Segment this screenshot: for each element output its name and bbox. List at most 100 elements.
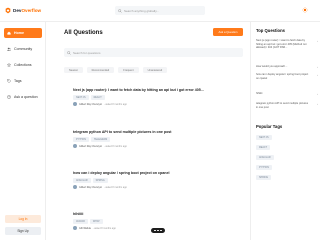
loading-dot — [157, 229, 159, 232]
filter-frequent[interactable]: Frequent — [118, 67, 139, 73]
users-icon — [7, 47, 11, 51]
question-title[interactable]: hihiiiii — [73, 212, 83, 216]
question-title[interactable]: telegram python API to send multiple pic… — [73, 130, 172, 134]
top-question-item[interactable]: telegram python API to send multiple pic… — [256, 102, 318, 109]
logo[interactable]: DevOverflow — [5, 7, 41, 14]
top-question-item[interactable]: hihiiiii › — [256, 92, 318, 96]
question-meta: Gift Wafula - asked 8 months ago — [73, 226, 116, 230]
popular-tag-row[interactable]: SPRING — [256, 175, 272, 180]
author-name[interactable]: Gilbert Ray Cheruiyot — [79, 103, 102, 106]
loading-indicator — [151, 228, 165, 233]
popular-tag-row[interactable]: ANGULAR — [256, 155, 274, 160]
loading-dot — [154, 229, 157, 232]
question-title[interactable]: how can i deploy angular / spring boot p… — [73, 171, 169, 175]
tag-badge[interactable]: PYTHON — [73, 137, 89, 142]
sidebar-item-tags[interactable]: Tags — [4, 76, 42, 86]
top-question-item[interactable]: Next js (app router): I want to fetch da… — [256, 39, 318, 50]
top-question-text: Next js (app router): I want to fetch da… — [256, 39, 307, 49]
question-card[interactable]: telegram python API to send multiple pic… — [64, 126, 243, 158]
tag-icon — [7, 79, 11, 83]
main-content: All Questions Ask a Question Newest Reco… — [47, 22, 249, 240]
avatar — [73, 102, 77, 106]
tag-badge[interactable]: NEXT.JS — [256, 135, 272, 140]
chevron-right-icon: › — [317, 92, 318, 96]
filter-recommended[interactable]: Recommended — [86, 67, 115, 73]
tag-badge[interactable]: NEXT.JS — [73, 95, 89, 100]
question-icon — [7, 95, 11, 99]
tag-badge[interactable]: SPRING — [92, 178, 108, 183]
popular-tag-row[interactable]: REACT — [256, 145, 271, 150]
avatar — [73, 226, 77, 230]
top-question-item[interactable]: how can i deploy angular / spring boot p… — [256, 73, 318, 80]
global-search-input[interactable] — [124, 8, 202, 13]
asked-time: - asked 8 months ago — [103, 144, 127, 148]
chevron-right-icon: › — [317, 39, 318, 43]
popular-tag-row[interactable]: PYTHON — [256, 165, 272, 170]
question-tags: AVATAR WHAT — [73, 219, 103, 224]
question-tags: PYTHON TELEGRAM — [73, 137, 111, 142]
top-question-text: how can i deploy angular / spring boot p… — [256, 73, 309, 80]
question-search[interactable] — [64, 48, 243, 57]
question-card[interactable]: hihiiiii AVATAR WHAT Gift Wafula - asked… — [64, 208, 243, 240]
tag-badge[interactable]: ANGULAR — [256, 155, 274, 160]
search-icon — [67, 50, 71, 55]
top-navbar: DevOverflow — [0, 0, 320, 22]
logo-icon — [5, 7, 11, 14]
tag-badge[interactable]: REACT — [256, 145, 271, 150]
logo-text: DevOverflow — [13, 8, 42, 13]
page-title: All Questions — [64, 30, 103, 36]
top-questions-heading: Top Questions — [256, 28, 286, 33]
question-meta: Gilbert Ray Cheruiyot - asked 8 months a… — [73, 185, 127, 189]
filter-unanswered[interactable]: Unanswered — [142, 67, 168, 73]
sidebar-item-ask-question[interactable]: Ask a question — [4, 92, 42, 102]
search-icon — [118, 8, 122, 13]
sidebar-item-label: Ask a question — [14, 95, 38, 99]
filter-newest[interactable]: Newest — [64, 67, 83, 73]
question-search-input[interactable] — [73, 50, 233, 55]
author-name[interactable]: Gift Wafula — [79, 227, 91, 230]
tag-badge[interactable]: SPRING — [256, 175, 272, 180]
question-meta: Gilbert Ray Cheruiyot - asked 8 months a… — [73, 144, 127, 148]
chevron-right-icon: › — [317, 102, 318, 106]
popular-tags-heading: Popular Tags — [256, 124, 283, 129]
signup-button[interactable]: Sign Up — [5, 227, 41, 235]
sidebar-item-community[interactable]: Community — [4, 44, 42, 54]
question-card[interactable]: how can i deploy angular / spring boot p… — [64, 167, 243, 199]
top-question-text: telegram python API to send multiple pic… — [256, 102, 309, 109]
top-question-text: hihiiiii — [256, 92, 263, 95]
home-icon — [7, 31, 11, 35]
question-title[interactable]: Next js (app router): I want to fetch da… — [73, 88, 204, 92]
tag-badge[interactable]: REACT — [90, 95, 105, 100]
avatar — [73, 185, 77, 189]
filter-tabs: Newest Recommended Frequent Unanswered — [64, 67, 168, 73]
star-icon — [7, 63, 11, 67]
question-meta: Gilbert Ray Cheruiyot - asked 8 months a… — [73, 102, 127, 106]
chevron-right-icon: › — [317, 73, 318, 77]
question-card[interactable]: Next js (app router): I want to fetch da… — [64, 84, 243, 116]
loading-dot — [159, 229, 162, 232]
author-name[interactable]: Gilbert Ray Cheruiyot — [79, 186, 102, 189]
top-question-item[interactable]: How would you approach... › — [256, 65, 318, 69]
theme-toggle-sun-icon[interactable] — [302, 7, 308, 13]
tag-badge[interactable]: AVATAR — [73, 219, 88, 224]
ask-question-button[interactable]: Ask a Question — [213, 28, 243, 36]
sidebar-item-label: Tags — [14, 79, 22, 83]
sidebar-item-home[interactable]: Home — [4, 28, 42, 38]
login-button[interactable]: Log In — [5, 215, 41, 223]
avatar — [73, 144, 77, 148]
author-name[interactable]: Gilbert Ray Cheruiyot — [79, 145, 102, 148]
asked-time: - asked 8 months ago — [103, 102, 127, 106]
sidebar-item-label: Home — [14, 31, 24, 35]
popular-tag-row[interactable]: NEXT.JS — [256, 135, 272, 140]
tag-badge[interactable]: ANGULAR — [73, 178, 91, 183]
tag-badge[interactable]: WHAT — [89, 219, 103, 224]
question-tags: ANGULAR SPRING — [73, 178, 108, 183]
global-search[interactable] — [115, 6, 205, 15]
asked-time: - asked 8 months ago — [92, 226, 116, 230]
left-sidebar: Home Community Collections Tags Ask a qu… — [0, 22, 46, 240]
tag-badge[interactable]: TELEGRAM — [90, 137, 111, 142]
chevron-right-icon: › — [317, 65, 318, 69]
sidebar-item-label: Collections — [14, 63, 32, 67]
sidebar-item-collections[interactable]: Collections — [4, 60, 42, 70]
tag-badge[interactable]: PYTHON — [256, 165, 272, 170]
